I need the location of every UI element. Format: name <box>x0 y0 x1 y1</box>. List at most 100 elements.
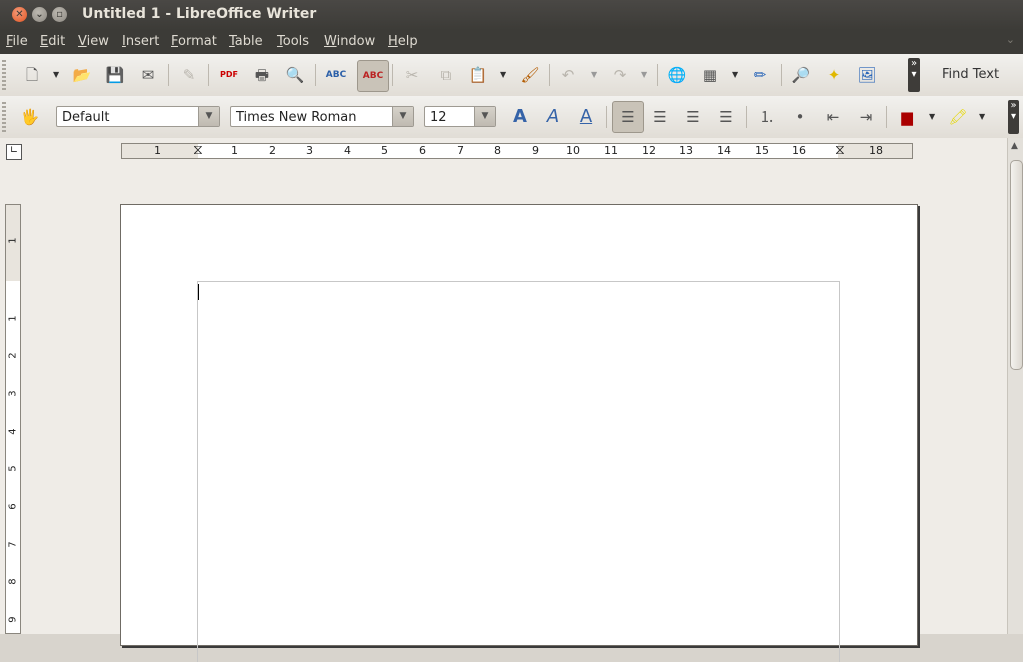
ruler-label: 4 <box>7 428 19 435</box>
gallery-icon[interactable]: 🖼 <box>855 63 879 87</box>
autospellcheck-icon[interactable]: ABC <box>357 60 389 92</box>
menu-table[interactable]: Table <box>229 34 263 49</box>
ruler-label: 1 <box>231 144 238 157</box>
email-icon[interactable]: ✉ <box>136 63 160 87</box>
toolbar-overflow-button[interactable]: » ▾ <box>1008 100 1019 134</box>
ruler-label: 2 <box>7 352 19 359</box>
menu-format[interactable]: Format <box>171 34 217 49</box>
copy-icon[interactable]: ⧉ <box>434 63 458 87</box>
align-center-icon[interactable]: ☰ <box>648 105 672 129</box>
title-bar: ✕ ⌄ ▫ Untitled 1 - LibreOffice Writer <box>0 0 1023 30</box>
menu-view[interactable]: View <box>78 34 109 49</box>
toolbar-separator <box>315 64 316 86</box>
toolbar-grip[interactable] <box>2 102 6 132</box>
standard-toolbar: 🗋 ▼ 📂 💾 ✉ ✎ PDF 🖶 🔍 ABC ABC ✂ ⧉ 📋 ▼ 🖌 ↶ … <box>0 54 1023 97</box>
toolbar-separator <box>746 106 747 128</box>
paragraph-style-combo[interactable]: Default ▼ <box>56 106 220 127</box>
menu-edit[interactable]: Edit <box>40 34 65 49</box>
print-icon[interactable]: 🖶 <box>250 63 274 87</box>
font-name-combo[interactable]: Times New Roman ▼ <box>230 106 414 127</box>
align-right-icon[interactable]: ☰ <box>681 105 705 129</box>
close-window-button[interactable]: ✕ <box>12 7 27 22</box>
highlighting-icon[interactable]: 🖍 <box>946 105 970 129</box>
navigator-icon[interactable]: ✦ <box>822 63 846 87</box>
ruler-label: 9 <box>7 616 19 623</box>
menu-window[interactable]: Window <box>324 34 375 49</box>
new-document-icon[interactable]: 🗋 <box>20 63 44 87</box>
undo-icon[interactable]: ↶ <box>556 63 580 87</box>
tab-stop-selector[interactable]: ∟ <box>6 144 22 160</box>
text-cursor <box>198 284 199 300</box>
chevron-down-icon[interactable]: ▼ <box>198 107 219 126</box>
menu-file[interactable]: File <box>6 34 28 49</box>
minimize-window-button[interactable]: ⌄ <box>32 7 47 22</box>
show-draw-functions-icon[interactable]: ✏ <box>748 63 772 87</box>
paragraph-style-value: Default <box>62 110 110 125</box>
numbering-icon[interactable]: ⒈ <box>755 105 779 129</box>
font-color-dropdown-arrow[interactable]: ▼ <box>929 112 935 121</box>
export-pdf-icon[interactable]: PDF <box>217 63 241 87</box>
toolbar-grip[interactable] <box>2 60 6 90</box>
ruler-label: 6 <box>419 144 426 157</box>
ruler-label: 10 <box>566 144 580 157</box>
new-dropdown-arrow[interactable]: ▼ <box>53 70 59 79</box>
table-dropdown-arrow[interactable]: ▼ <box>732 70 738 79</box>
italic-icon[interactable]: A <box>541 105 565 129</box>
print-preview-icon[interactable]: 🔍 <box>283 63 307 87</box>
document-page[interactable] <box>120 204 918 662</box>
maximize-window-button[interactable]: ▫ <box>52 7 67 22</box>
table-icon[interactable]: ▦ <box>698 63 722 87</box>
ruler-label: 1 <box>154 144 161 157</box>
toolbar-separator <box>208 64 209 86</box>
toolbar-separator <box>168 64 169 86</box>
ruler-label: 8 <box>494 144 501 157</box>
redo-dropdown-arrow[interactable]: ▼ <box>641 70 647 79</box>
decrease-indent-icon[interactable]: ⇤ <box>821 105 845 129</box>
right-indent-marker[interactable]: ⧖ <box>835 143 845 157</box>
paste-dropdown-arrow[interactable]: ▼ <box>500 70 506 79</box>
save-icon[interactable]: 💾 <box>103 63 127 87</box>
open-folder-icon[interactable]: 📂 <box>70 63 94 87</box>
menu-help[interactable]: Help <box>388 34 418 49</box>
menu-insert[interactable]: Insert <box>122 34 159 49</box>
vertical-ruler[interactable]: 1 1 2 3 4 5 6 7 8 9 <box>5 204 21 634</box>
ruler-label: 1 <box>7 237 19 244</box>
ruler-label: 5 <box>7 465 19 472</box>
ruler-label: 13 <box>679 144 693 157</box>
font-size-combo[interactable]: 12 ▼ <box>424 106 496 127</box>
styles-formatting-icon[interactable]: 🖐 <box>18 105 42 129</box>
underline-icon[interactable]: A <box>574 105 598 129</box>
find-replace-icon[interactable]: 🔎 <box>789 63 813 87</box>
paste-icon[interactable]: 📋 <box>466 63 490 87</box>
horizontal-ruler[interactable]: 1 ⧖ 1 2 3 4 5 6 7 8 9 10 11 12 13 14 15 … <box>121 143 913 159</box>
vertical-scrollbar[interactable]: ▲ <box>1007 138 1023 634</box>
bullets-icon[interactable]: • <box>788 105 812 129</box>
font-color-icon[interactable]: ▆ <box>895 105 919 129</box>
scrollbar-thumb[interactable] <box>1010 160 1023 370</box>
chevron-down-icon[interactable]: ▼ <box>392 107 413 126</box>
ruler-label: 15 <box>755 144 769 157</box>
toolbar-overflow-button[interactable]: » ▾ <box>908 58 920 92</box>
ruler-label: 11 <box>604 144 618 157</box>
cut-icon[interactable]: ✂ <box>400 63 424 87</box>
text-boundary[interactable] <box>197 281 840 662</box>
find-text-label: Find Text <box>942 67 1000 82</box>
edit-file-icon[interactable]: ✎ <box>177 63 201 87</box>
bold-icon[interactable]: A <box>508 105 532 129</box>
align-left-icon[interactable]: ☰ <box>612 101 644 133</box>
toolbar-separator <box>657 64 658 86</box>
clone-formatting-icon[interactable]: 🖌 <box>518 63 542 87</box>
highlighting-dropdown-arrow[interactable]: ▼ <box>979 112 985 121</box>
hyperlink-icon[interactable]: 🌐 <box>665 63 689 87</box>
increase-indent-icon[interactable]: ⇥ <box>854 105 878 129</box>
redo-icon[interactable]: ↷ <box>608 63 632 87</box>
menu-tools[interactable]: Tools <box>277 34 309 49</box>
justify-icon[interactable]: ☰ <box>714 105 738 129</box>
scroll-up-icon[interactable]: ▲ <box>1011 141 1018 151</box>
ruler-label: 9 <box>532 144 539 157</box>
chevron-down-icon[interactable]: ▼ <box>474 107 495 126</box>
left-indent-marker[interactable]: ⧖ <box>193 143 203 157</box>
undo-dropdown-arrow[interactable]: ▼ <box>591 70 597 79</box>
document-area <box>26 164 1007 662</box>
spellcheck-icon[interactable]: ABC <box>324 63 348 87</box>
